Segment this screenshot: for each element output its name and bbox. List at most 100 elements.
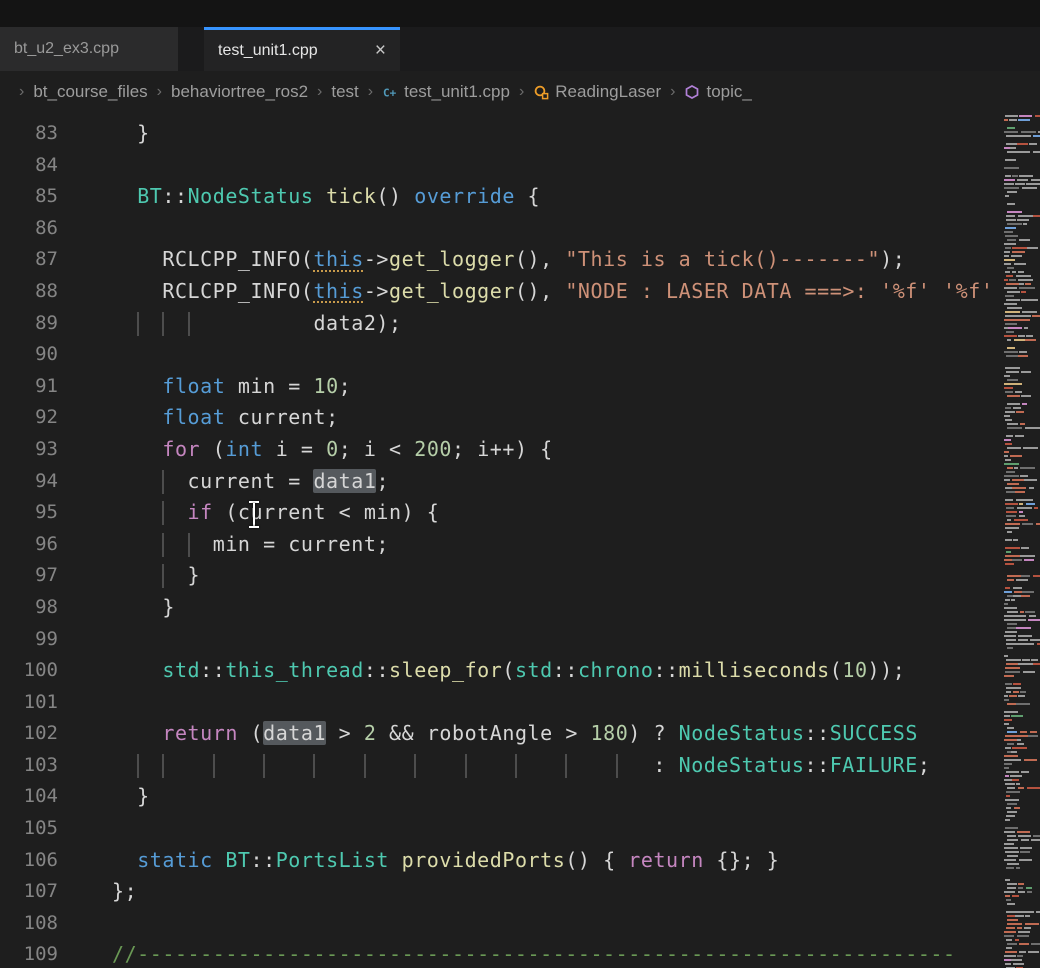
code-line-86[interactable]: 86 xyxy=(0,213,1004,245)
breadcrumb[interactable]: ›bt_course_files›behaviortree_ros2›test›… xyxy=(0,71,1040,112)
minimap-line xyxy=(1004,735,1040,737)
minimap-line xyxy=(1004,643,1040,645)
minimap-line xyxy=(1004,639,1040,641)
code-line-98[interactable]: 98 } xyxy=(0,592,1004,624)
code-line-83[interactable]: 83 } xyxy=(0,118,1004,150)
minimap-line xyxy=(1004,335,1040,337)
minimap-line xyxy=(1004,367,1040,369)
code-line-103[interactable]: 103 : NodeStatus::FAILURE; xyxy=(0,750,1004,782)
minimap-line xyxy=(1004,839,1040,841)
tab-spacer xyxy=(178,27,204,71)
minimap-line xyxy=(1004,115,1040,117)
line-number: 106 xyxy=(0,845,58,877)
code-line-100[interactable]: 100 std::this_thread::sleep_for(std::chr… xyxy=(0,655,1004,687)
line-number: 109 xyxy=(0,939,58,968)
line-number: 86 xyxy=(0,213,58,245)
breadcrumb-item-test-unit1-cpp[interactable]: C+test_unit1.cpp xyxy=(382,82,510,102)
tab-bt-u2-ex3-cpp[interactable]: bt_u2_ex3.cpp xyxy=(0,27,178,71)
minimap-line xyxy=(1004,791,1040,793)
minimap-line xyxy=(1004,387,1040,389)
minimap-line xyxy=(1004,559,1040,561)
code-line-84[interactable]: 84 xyxy=(0,150,1004,182)
minimap-line xyxy=(1004,959,1040,961)
code-line-content: : NodeStatus::FAILURE; xyxy=(112,750,930,782)
indent-guide xyxy=(162,470,164,494)
minimap-line xyxy=(1004,359,1040,361)
minimap-line xyxy=(1004,567,1040,569)
code-line-102[interactable]: 102 return (data1 > 2 && robotAngle > 18… xyxy=(0,718,1004,750)
minimap-line xyxy=(1004,119,1040,121)
code-line-90[interactable]: 90 xyxy=(0,339,1004,371)
minimap-line xyxy=(1004,155,1040,157)
line-number: 94 xyxy=(0,466,58,498)
indent-guide xyxy=(162,501,164,525)
code-line-96[interactable]: 96 min = current; xyxy=(0,529,1004,561)
minimap-line xyxy=(1004,871,1040,873)
minimap[interactable] xyxy=(1004,115,1040,968)
minimap-line xyxy=(1004,415,1040,417)
code-line-92[interactable]: 92 float current; xyxy=(0,402,1004,434)
code-line-94[interactable]: 94 current = data1; xyxy=(0,466,1004,498)
code-line-107[interactable]: 107}; xyxy=(0,876,1004,908)
indent-guide xyxy=(137,312,139,336)
minimap-line xyxy=(1004,771,1040,773)
chevron-right-icon: › xyxy=(19,83,24,101)
minimap-line xyxy=(1004,395,1040,397)
minimap-line xyxy=(1004,355,1040,357)
minimap-line xyxy=(1004,315,1040,317)
indent-guide xyxy=(162,754,164,778)
code-line-93[interactable]: 93 for (int i = 0; i < 200; i++) { xyxy=(0,434,1004,466)
code-line-108[interactable]: 108 xyxy=(0,908,1004,940)
minimap-line xyxy=(1004,175,1040,177)
breadcrumb-item-topic-[interactable]: topic_ xyxy=(684,82,751,102)
minimap-line xyxy=(1004,587,1040,589)
line-number: 89 xyxy=(0,308,58,340)
minimap-line xyxy=(1004,159,1040,161)
line-number: 83 xyxy=(0,118,58,150)
minimap-line xyxy=(1004,207,1040,209)
minimap-line xyxy=(1004,255,1040,257)
code-line-87[interactable]: 87 RCLCPP_INFO(this->get_logger(), "This… xyxy=(0,244,1004,276)
breadcrumb-item-bt-course-files[interactable]: bt_course_files xyxy=(33,82,147,102)
minimap-line xyxy=(1004,171,1040,173)
code-line-97[interactable]: 97 } xyxy=(0,560,1004,592)
minimap-line xyxy=(1004,715,1040,717)
breadcrumb-item-test[interactable]: test xyxy=(331,82,358,102)
minimap-line xyxy=(1004,527,1040,529)
minimap-line xyxy=(1004,287,1040,289)
code-line-88[interactable]: 88 RCLCPP_INFO(this->get_logger(), "NODE… xyxy=(0,276,1004,308)
tab-bar[interactable]: bt_u2_ex3.cpp test_unit1.cpp× xyxy=(0,27,1040,71)
minimap-line xyxy=(1004,879,1040,881)
minimap-line xyxy=(1004,723,1040,725)
line-number: 107 xyxy=(0,876,58,908)
line-number: 97 xyxy=(0,560,58,592)
minimap-line xyxy=(1004,939,1040,941)
code-area[interactable]: 83 }8485 BT::NodeStatus tick() override … xyxy=(0,118,1004,968)
code-line-content: } xyxy=(112,118,150,150)
code-line-99[interactable]: 99 xyxy=(0,624,1004,656)
minimap-line xyxy=(1004,919,1040,921)
code-line-109[interactable]: 109//-----------------------------------… xyxy=(0,939,1004,968)
breadcrumb-item-readinglaser[interactable]: ReadingLaser xyxy=(533,82,661,102)
code-line-101[interactable]: 101 xyxy=(0,687,1004,719)
minimap-line xyxy=(1004,267,1040,269)
breadcrumb-item-behaviortree-ros2[interactable]: behaviortree_ros2 xyxy=(171,82,308,102)
minimap-line xyxy=(1004,515,1040,517)
minimap-line xyxy=(1004,231,1040,233)
tab-test-unit1-cpp[interactable]: test_unit1.cpp× xyxy=(204,27,400,71)
minimap-line xyxy=(1004,843,1040,845)
code-line-89[interactable]: 89 data2); xyxy=(0,308,1004,340)
code-editor[interactable]: 83 }8485 BT::NodeStatus tick() override … xyxy=(0,112,1040,968)
vscode-window: bt_u2_ex3.cpp test_unit1.cpp× › bt_course_… xyxy=(0,0,1040,968)
code-line-85[interactable]: 85 BT::NodeStatus tick() override { xyxy=(0,181,1004,213)
code-line-106[interactable]: 106 static BT::PortsList providedPorts()… xyxy=(0,845,1004,877)
chevron-right-icon: › xyxy=(670,83,675,101)
minimap-line xyxy=(1004,819,1040,821)
code-line-95[interactable]: 95 if (current < min) { xyxy=(0,497,1004,529)
code-line-104[interactable]: 104 } xyxy=(0,781,1004,813)
close-tab-icon[interactable]: × xyxy=(363,40,386,62)
code-line-content: } xyxy=(112,592,175,624)
minimap-line xyxy=(1004,755,1040,757)
code-line-105[interactable]: 105 xyxy=(0,813,1004,845)
code-line-91[interactable]: 91 float min = 10; xyxy=(0,371,1004,403)
